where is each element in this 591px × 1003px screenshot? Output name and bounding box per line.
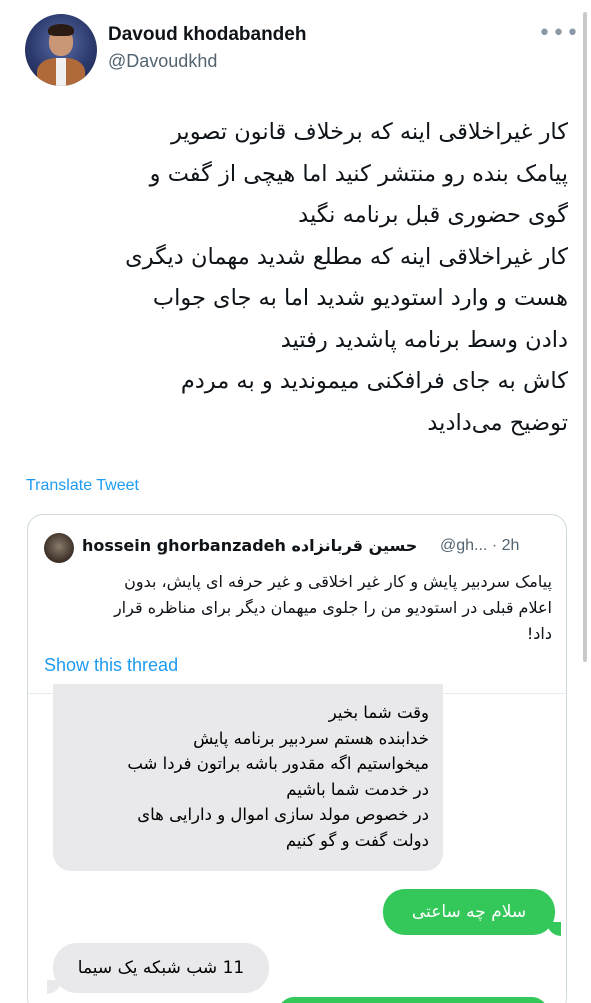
quoted-tweet[interactable]: hossein ghorbanzadeh حسین قربانزاده @gh.… bbox=[27, 514, 567, 1003]
show-thread-link[interactable]: Show this thread bbox=[44, 655, 178, 676]
avatar-hair bbox=[48, 24, 74, 36]
quoted-tweet-text: پیامک سردبیر پایش و کار غیر اخلاقی و غیر… bbox=[40, 569, 552, 647]
tweet-text-line: هست و وارد استودیو شدید اما به جای جواب bbox=[152, 285, 568, 311]
tweet-text-line: پیامک بنده رو منتشر کنید اما هیچی از گفت… bbox=[149, 160, 568, 187]
tweet-text: کار غیراخلاقی اینه که برخلاف قانون تصویر… bbox=[20, 112, 568, 444]
outgoing-message-bubble-partial bbox=[278, 997, 548, 1003]
tweet-text-line: کار غیراخلاقی اینه که برخلاف قانون تصویر bbox=[171, 119, 568, 145]
message-line: دولت گفت و گو کنیم bbox=[285, 830, 429, 850]
tweet-text-line: کاش به جای فرافکنی میموندید و به مردم bbox=[180, 368, 568, 394]
quoted-handle-time: @gh... · 2h bbox=[440, 537, 520, 554]
translate-tweet-link[interactable]: Translate Tweet bbox=[26, 477, 139, 495]
quoted-text-line: اعلام قبلی در استودیو من را جلوی میهمان … bbox=[113, 598, 552, 617]
quoted-author-avatar[interactable] bbox=[44, 533, 74, 563]
quoted-text-line: پیامک سردبیر پایش و کار غیر اخلاقی و غیر… bbox=[124, 572, 552, 591]
incoming-message-bubble-short: 11 شب شبکه یک سیما bbox=[53, 943, 269, 993]
tweet-text-line: دادن وسط برنامه پاشدید رفتید bbox=[280, 326, 568, 353]
outgoing-message-bubble: سلام چه ساعتی bbox=[383, 889, 555, 935]
message-line: در خصوص مولد سازی اموال و دارایی های bbox=[137, 805, 429, 824]
quoted-author-name[interactable]: hossein ghorbanzadeh حسین قربانزاده bbox=[82, 536, 417, 555]
author-avatar[interactable] bbox=[25, 14, 97, 86]
incoming-message-bubble: وقت شما بخیر خدابنده هستم سردبیر برنامه … bbox=[53, 684, 443, 871]
message-line: خدابنده هستم سردبیر برنامه پایش bbox=[193, 728, 429, 748]
message-line: در خدمت شما باشیم bbox=[286, 779, 429, 799]
message-line: وقت شما بخیر bbox=[328, 703, 429, 722]
author-name[interactable]: Davoud khodabandeh bbox=[108, 24, 306, 46]
message-line: میخواستیم اگه مقدور باشه براتون فردا شب bbox=[127, 754, 429, 773]
message-screenshot-image[interactable]: وقت شما بخیر خدابنده هستم سردبیر برنامه … bbox=[28, 684, 566, 1003]
incoming-message-text: وقت شما بخیر خدابنده هستم سردبیر برنامه … bbox=[127, 700, 429, 853]
avatar-shirt bbox=[56, 58, 66, 86]
scrollbar[interactable] bbox=[583, 12, 587, 662]
tweet-text-line: توضیح می‌دادید bbox=[427, 409, 568, 436]
author-handle[interactable]: @Davoudkhd bbox=[108, 51, 217, 72]
tweet-text-line: گوی حضوری قبل برنامه نگید bbox=[298, 202, 568, 228]
quoted-text-line: داد! bbox=[526, 624, 552, 643]
more-horizontal-icon[interactable]: ••• bbox=[538, 23, 580, 45]
tweet-text-line: کار غیراخلاقی اینه که مطلع شدید مهمان دی… bbox=[125, 243, 568, 270]
